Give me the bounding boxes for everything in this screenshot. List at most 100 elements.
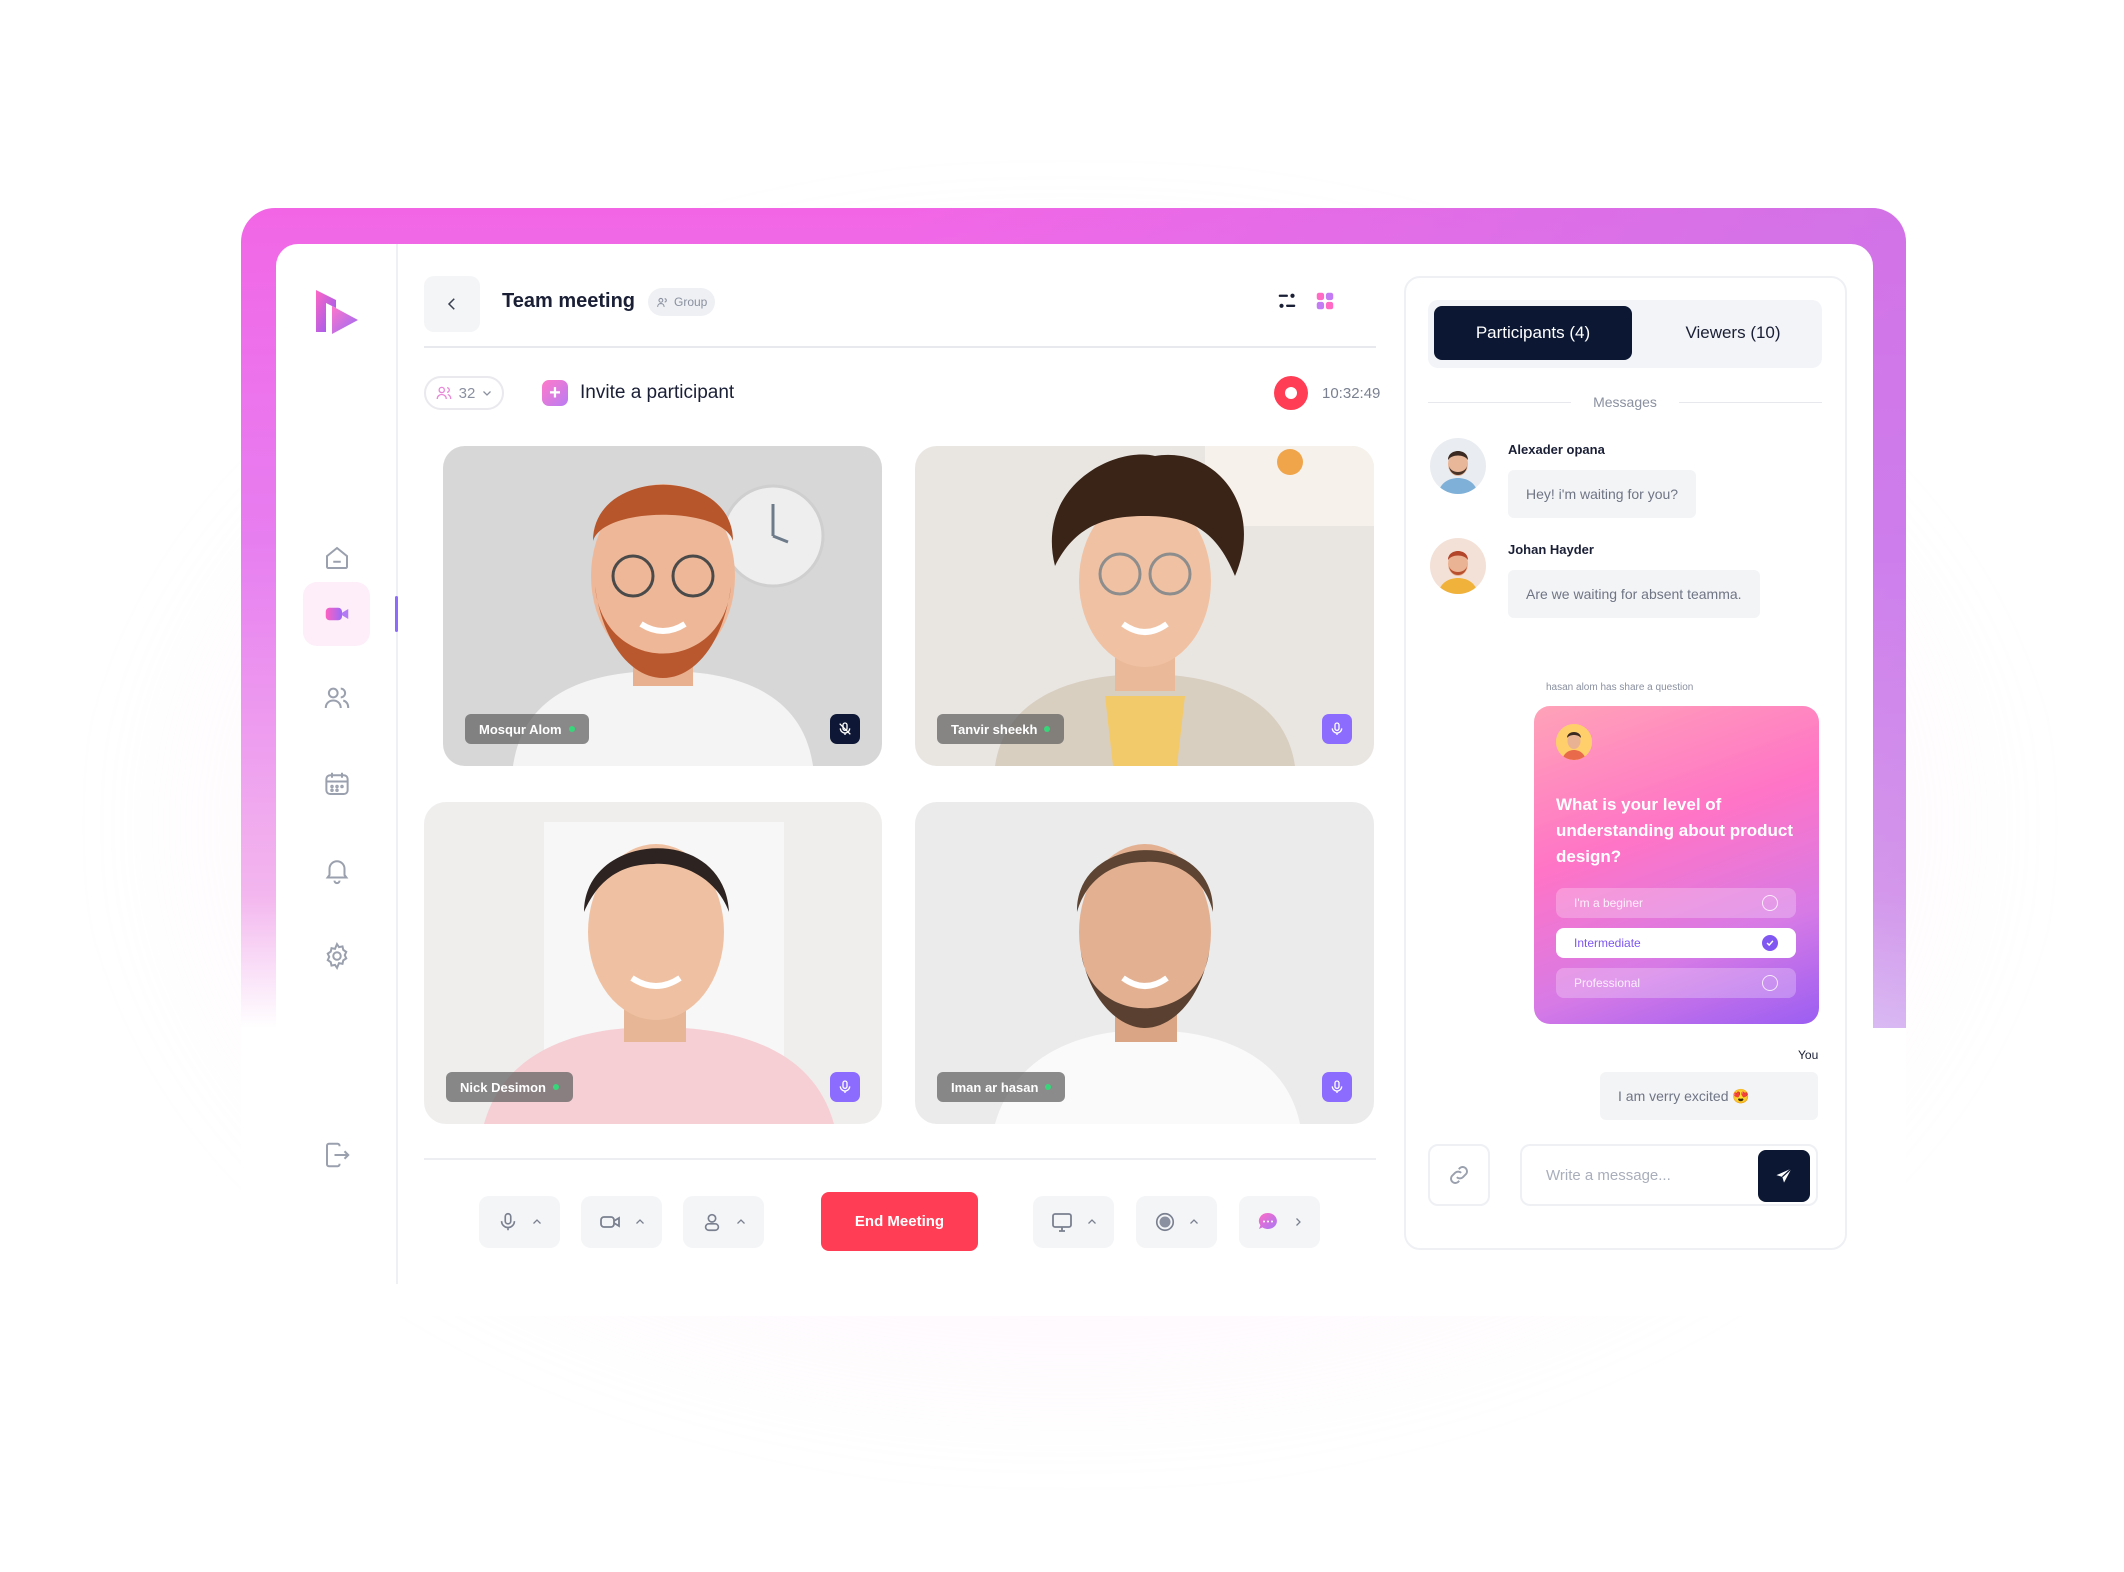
message-sender: Alexader opana [1508, 442, 1605, 457]
poll-option[interactable]: Professional [1556, 968, 1796, 998]
bell-icon [325, 860, 348, 885]
tab-viewers[interactable]: Viewers (10) [1650, 306, 1816, 360]
chevron-up-icon [1087, 1219, 1096, 1224]
microphone-control[interactable] [479, 1196, 560, 1248]
home-icon [325, 546, 348, 569]
invite-label: Invite a participant [580, 382, 735, 403]
back-button[interactable] [424, 276, 480, 332]
page-title: Team meeting [502, 290, 635, 312]
message-bubble: Hey! i'm waiting for you? [1508, 470, 1697, 518]
poll-option-label: Professional [1574, 976, 1641, 990]
mic-icon [1331, 722, 1343, 735]
mic-muted-button[interactable] [830, 714, 860, 744]
user-icon [704, 1213, 719, 1232]
participant-name: Tanvir sheekh [951, 721, 1038, 737]
chevron-down-icon [483, 391, 492, 396]
record-icon [1155, 1212, 1174, 1232]
active-nav-marker [395, 596, 398, 632]
poll-option-selected[interactable]: Intermediate [1556, 928, 1796, 958]
chevron-up-icon [532, 1219, 541, 1224]
sidebar-item-meetings[interactable] [303, 582, 370, 646]
end-meeting-button[interactable]: End Meeting [821, 1192, 978, 1251]
invite-participant-button[interactable]: + Invite a participant [542, 380, 734, 406]
send-button[interactable] [1758, 1150, 1810, 1202]
avatar [1556, 724, 1592, 760]
poll-question: What is your level of understanding abou… [1556, 795, 1794, 866]
record-control[interactable] [1136, 1196, 1217, 1248]
chevron-up-icon [736, 1219, 745, 1224]
avatar [1430, 538, 1486, 594]
participant-name-tag: Tanvir sheekh [937, 714, 1065, 744]
users-icon [324, 687, 349, 709]
video-tile[interactable]: Tanvir sheekh [915, 446, 1374, 766]
app-logo [316, 290, 358, 334]
attach-link-button[interactable] [1428, 1144, 1490, 1206]
list-view-icon[interactable] [1276, 290, 1298, 312]
video-camera-icon [325, 607, 348, 621]
chat-panel: Participants (4) Viewers (10) Messages A… [1404, 276, 1847, 1250]
participant-name-tag: Iman ar hasan [937, 1072, 1066, 1102]
send-icon [1776, 1168, 1792, 1183]
poll-option[interactable]: I'm a beginer [1556, 888, 1796, 918]
sidebar-item-notifications[interactable] [303, 838, 370, 902]
poll-option-label: Intermediate [1574, 936, 1641, 950]
mic-off-icon [839, 722, 851, 735]
messages-divider: Messages [1428, 394, 1822, 410]
mic-icon [839, 1080, 851, 1093]
logout-icon [325, 1142, 350, 1168]
link-icon [1450, 1166, 1468, 1184]
chat-bubble-icon [1258, 1212, 1277, 1229]
mic-icon [500, 1212, 515, 1231]
user-control[interactable] [683, 1196, 764, 1248]
grid-view-icon[interactable] [1314, 290, 1336, 312]
radio-icon [1762, 895, 1778, 911]
tab-participants[interactable]: Participants (4) [1434, 306, 1632, 360]
mic-button[interactable] [1322, 714, 1352, 744]
video-tile[interactable]: Iman ar hasan [915, 802, 1374, 1124]
poll-card: What is your level of understanding abou… [1534, 706, 1819, 1024]
chevron-right-icon [1295, 1218, 1301, 1226]
video-tile[interactable]: Mosqur Alom [443, 446, 882, 766]
sidebar-item-home[interactable] [303, 526, 370, 590]
message-bubble: Are we waiting for absent teamma. [1508, 570, 1760, 618]
record-icon[interactable] [1274, 376, 1308, 410]
mic-button[interactable] [1322, 1072, 1352, 1102]
sidebar-item-users[interactable] [303, 666, 370, 730]
screen-share-control[interactable] [1033, 1196, 1114, 1248]
chevron-up-icon [635, 1219, 644, 1224]
chat-control[interactable] [1239, 1196, 1320, 1248]
sidebar-item-calendar[interactable] [303, 752, 370, 816]
sidebar-item-logout[interactable] [303, 1123, 370, 1187]
chevron-up-icon [1189, 1219, 1198, 1224]
video-tile[interactable]: Nick Desimon [424, 802, 882, 1124]
monitor-icon [1051, 1213, 1072, 1232]
camera-control[interactable] [581, 1196, 662, 1248]
you-label: You [1798, 1048, 1819, 1062]
online-indicator [1044, 726, 1051, 732]
messages-label: Messages [1593, 394, 1657, 410]
avatar [1430, 438, 1486, 494]
panel-tabs: Participants (4) Viewers (10) [1428, 300, 1822, 368]
view-toggle [1276, 290, 1336, 312]
mic-button[interactable] [830, 1072, 860, 1102]
poll-option-label: I'm a beginer [1574, 896, 1643, 910]
sidebar [276, 244, 398, 1284]
group-badge: Group [648, 288, 716, 316]
participant-count-dropdown[interactable]: 32 [424, 376, 504, 410]
participant-name-tag: Nick Desimon [446, 1072, 573, 1102]
participant-name-tag: Mosqur Alom [465, 714, 589, 744]
participant-name: Iman ar hasan [951, 1079, 1039, 1095]
plus-icon: + [542, 380, 568, 406]
participant-name: Mosqur Alom [479, 721, 562, 737]
checked-radio-icon [1762, 935, 1778, 951]
calendar-icon [324, 772, 349, 795]
message-sender: Johan Hayder [1508, 542, 1594, 557]
radio-icon [1762, 975, 1778, 991]
group-badge-label: Group [674, 295, 708, 309]
controls-divider [424, 1158, 1376, 1160]
mic-icon [1331, 1080, 1343, 1093]
sidebar-item-settings[interactable] [303, 924, 370, 988]
meeting-app: Team meeting Group 32 + Invite a partici… [276, 244, 1873, 1288]
online-indicator [1045, 1084, 1052, 1090]
gear-icon [325, 942, 348, 970]
